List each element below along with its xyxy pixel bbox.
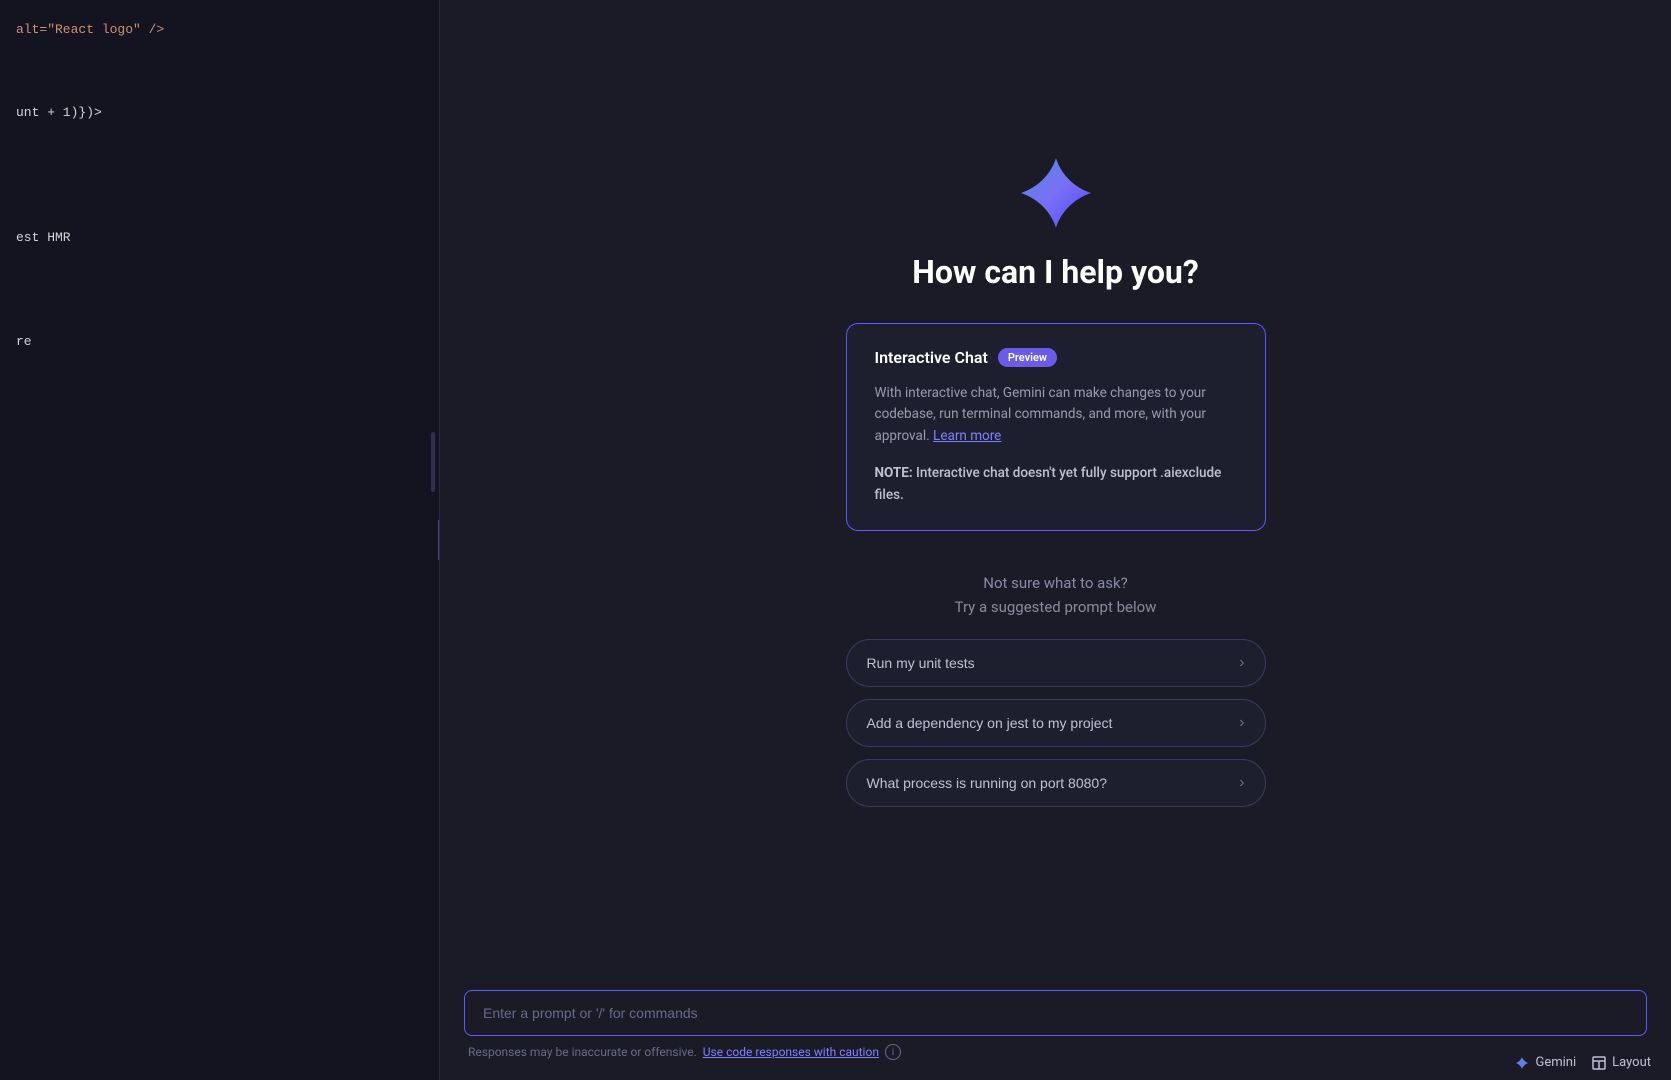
gemini-label: Gemini xyxy=(1535,1055,1576,1070)
scrollbar[interactable] xyxy=(431,432,435,492)
gemini-status-item[interactable]: Gemini xyxy=(1515,1055,1576,1070)
chat-input-area: Responses may be inaccurate or offensive… xyxy=(440,974,1671,1080)
layout-icon xyxy=(1592,1056,1606,1070)
chevron-right-icon: › xyxy=(1239,774,1244,792)
footer-warning-text: Responses may be inaccurate or offensive… xyxy=(468,1045,697,1059)
interactive-chat-card: Interactive Chat Preview With interactiv… xyxy=(846,323,1266,532)
code-line: alt="React logo" /> xyxy=(16,20,423,41)
code-line xyxy=(16,82,423,103)
chat-input[interactable] xyxy=(465,991,1646,1035)
chat-main-content: How can I help you? Interactive Chat Pre… xyxy=(706,0,1406,1080)
code-line xyxy=(16,394,423,415)
gemini-chat-panel: How can I help you? Interactive Chat Pre… xyxy=(440,0,1671,1080)
code-line xyxy=(16,270,423,291)
code-line xyxy=(16,374,423,395)
suggestion-run-unit-tests[interactable]: Run my unit tests › xyxy=(846,639,1266,687)
card-title: Interactive Chat xyxy=(875,348,988,367)
code-editor-panel: alt="React logo" /> unt + 1)})> est HMR … xyxy=(0,0,440,1080)
code-line xyxy=(16,186,423,207)
code-content: alt="React logo" /> unt + 1)})> est HMR … xyxy=(16,20,423,415)
code-line xyxy=(16,353,423,374)
gemini-star-icon xyxy=(1016,153,1096,233)
chevron-right-icon: › xyxy=(1239,654,1244,672)
page-title: How can I help you? xyxy=(912,253,1199,291)
code-line xyxy=(16,145,423,166)
card-note: NOTE: Interactive chat doesn't yet fully… xyxy=(875,463,1237,506)
suggestion-port-8080[interactable]: What process is running on port 8080? › xyxy=(846,759,1266,807)
code-line xyxy=(16,290,423,311)
layout-item[interactable]: Layout xyxy=(1592,1055,1651,1070)
code-line xyxy=(16,166,423,187)
suggestions-header: Not sure what to ask? Try a suggested pr… xyxy=(955,571,1157,619)
chevron-right-icon: › xyxy=(1239,714,1244,732)
chat-input-wrapper[interactable] xyxy=(464,990,1647,1036)
suggestions-line1: Not sure what to ask? xyxy=(955,571,1157,595)
code-line xyxy=(16,62,423,83)
suggestion-add-jest[interactable]: Add a dependency on jest to my project › xyxy=(846,699,1266,747)
code-line: re xyxy=(16,332,423,353)
panel-divider xyxy=(438,520,439,560)
suggestions-line2: Try a suggested prompt below xyxy=(955,595,1157,619)
gemini-mini-icon xyxy=(1515,1056,1529,1070)
chat-footer: Responses may be inaccurate or offensive… xyxy=(464,1044,1647,1060)
info-icon[interactable]: i xyxy=(885,1044,901,1060)
code-line: est HMR xyxy=(16,228,423,249)
code-line: unt + 1)})> xyxy=(16,103,423,124)
code-line xyxy=(16,41,423,62)
code-line xyxy=(16,249,423,270)
card-header: Interactive Chat Preview xyxy=(875,348,1237,367)
code-line xyxy=(16,207,423,228)
card-description: With interactive chat, Gemini can make c… xyxy=(875,383,1237,448)
bottom-bar: Gemini Layout xyxy=(1495,1045,1671,1080)
layout-label: Layout xyxy=(1612,1055,1651,1070)
caution-link[interactable]: Use code responses with caution xyxy=(703,1045,879,1059)
preview-badge: Preview xyxy=(998,348,1057,367)
suggestions-list: Run my unit tests › Add a dependency on … xyxy=(846,639,1266,807)
learn-more-link[interactable]: Learn more xyxy=(933,428,1001,444)
code-line xyxy=(16,311,423,332)
code-line xyxy=(16,124,423,145)
